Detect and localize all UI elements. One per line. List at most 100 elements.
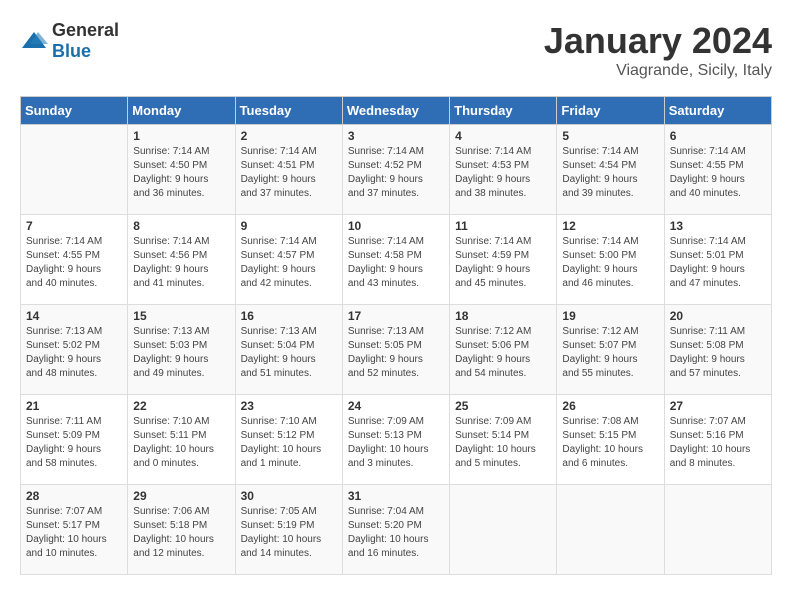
- day-content: Sunrise: 7:14 AM Sunset: 5:01 PM Dayligh…: [670, 235, 766, 291]
- header-thursday: Thursday: [450, 97, 557, 125]
- day-content: Sunrise: 7:14 AM Sunset: 4:50 PM Dayligh…: [133, 145, 229, 201]
- day-content: Sunrise: 7:09 AM Sunset: 5:14 PM Dayligh…: [455, 415, 551, 471]
- calendar-cell: 24 Sunrise: 7:09 AM Sunset: 5:13 PM Dayli…: [342, 395, 449, 485]
- calendar-cell: 5Sunrise: 7:14 AM Sunset: 4:54 PM Daylig…: [557, 125, 664, 215]
- day-number: 3: [348, 129, 444, 143]
- calendar-body: 1 Sunrise: 7:14 AM Sunset: 4:50 PM Daylig…: [21, 125, 772, 575]
- day-number: 12: [562, 219, 658, 233]
- day-content: Sunrise: 7:14 AM Sunset: 4:55 PM Dayligh…: [670, 145, 766, 201]
- calendar-cell: 25 Sunrise: 7:09 AM Sunset: 5:14 PM Dayli…: [450, 395, 557, 485]
- day-content: Sunrise: 7:13 AM Sunset: 5:03 PM Dayligh…: [133, 325, 229, 381]
- day-content: Sunrise: 7:13 AM Sunset: 5:05 PM Dayligh…: [348, 325, 444, 381]
- logo-text: General Blue: [52, 20, 119, 62]
- calendar-cell: 22 Sunrise: 7:10 AM Sunset: 5:11 PM Dayli…: [128, 395, 235, 485]
- week-row-3: 14 Sunrise: 7:13 AM Sunset: 5:02 PM Dayli…: [21, 305, 772, 395]
- day-content: Sunrise: 7:13 AM Sunset: 5:02 PM Dayligh…: [26, 325, 122, 381]
- day-content: Sunrise: 7:14 AM Sunset: 4:52 PM Dayligh…: [348, 145, 444, 201]
- day-content: Sunrise: 7:11 AM Sunset: 5:08 PM Dayligh…: [670, 325, 766, 381]
- day-number: 22: [133, 399, 229, 413]
- calendar-cell: 18Sunrise: 7:12 AM Sunset: 5:06 PM Dayli…: [450, 305, 557, 395]
- title-block: January 2024 Viagrande, Sicily, Italy: [544, 20, 772, 80]
- day-number: 13: [670, 219, 766, 233]
- calendar-cell: 3 Sunrise: 7:14 AM Sunset: 4:52 PM Daylig…: [342, 125, 449, 215]
- calendar-cell: 7 Sunrise: 7:14 AM Sunset: 4:55 PM Daylig…: [21, 215, 128, 305]
- logo-general: General: [52, 20, 119, 40]
- day-content: Sunrise: 7:14 AM Sunset: 4:51 PM Dayligh…: [241, 145, 337, 201]
- header-friday: Friday: [557, 97, 664, 125]
- week-row-1: 1 Sunrise: 7:14 AM Sunset: 4:50 PM Daylig…: [21, 125, 772, 215]
- calendar-cell: 4Sunrise: 7:14 AM Sunset: 4:53 PM Daylig…: [450, 125, 557, 215]
- day-content: Sunrise: 7:11 AM Sunset: 5:09 PM Dayligh…: [26, 415, 122, 471]
- day-content: Sunrise: 7:10 AM Sunset: 5:11 PM Dayligh…: [133, 415, 229, 471]
- calendar-cell: 26 Sunrise: 7:08 AM Sunset: 5:15 PM Dayli…: [557, 395, 664, 485]
- calendar-cell: 30 Sunrise: 7:05 AM Sunset: 5:19 PM Dayli…: [235, 485, 342, 575]
- week-row-5: 28 Sunrise: 7:07 AM Sunset: 5:17 PM Dayli…: [21, 485, 772, 575]
- day-number: 28: [26, 489, 122, 503]
- calendar-cell: 9Sunrise: 7:14 AM Sunset: 4:57 PM Daylig…: [235, 215, 342, 305]
- week-row-2: 7 Sunrise: 7:14 AM Sunset: 4:55 PM Daylig…: [21, 215, 772, 305]
- day-number: 25: [455, 399, 551, 413]
- calendar-cell: [664, 485, 771, 575]
- calendar-cell: 16 Sunrise: 7:13 AM Sunset: 5:04 PM Dayli…: [235, 305, 342, 395]
- day-content: Sunrise: 7:14 AM Sunset: 4:58 PM Dayligh…: [348, 235, 444, 291]
- calendar-cell: 12 Sunrise: 7:14 AM Sunset: 5:00 PM Dayli…: [557, 215, 664, 305]
- day-content: Sunrise: 7:12 AM Sunset: 5:07 PM Dayligh…: [562, 325, 658, 381]
- day-number: 10: [348, 219, 444, 233]
- day-number: 24: [348, 399, 444, 413]
- calendar-cell: 31Sunrise: 7:04 AM Sunset: 5:20 PM Dayli…: [342, 485, 449, 575]
- day-number: 7: [26, 219, 122, 233]
- day-number: 19: [562, 309, 658, 323]
- day-number: 2: [241, 129, 337, 143]
- day-content: Sunrise: 7:10 AM Sunset: 5:12 PM Dayligh…: [241, 415, 337, 471]
- week-row-4: 21 Sunrise: 7:11 AM Sunset: 5:09 PM Dayli…: [21, 395, 772, 485]
- day-number: 20: [670, 309, 766, 323]
- calendar-cell: 1 Sunrise: 7:14 AM Sunset: 4:50 PM Daylig…: [128, 125, 235, 215]
- calendar-cell: [557, 485, 664, 575]
- day-number: 8: [133, 219, 229, 233]
- calendar-cell: 28 Sunrise: 7:07 AM Sunset: 5:17 PM Dayli…: [21, 485, 128, 575]
- page-header: General Blue January 2024 Viagrande, Sic…: [20, 20, 772, 80]
- day-content: Sunrise: 7:08 AM Sunset: 5:15 PM Dayligh…: [562, 415, 658, 471]
- calendar-cell: 6 Sunrise: 7:14 AM Sunset: 4:55 PM Daylig…: [664, 125, 771, 215]
- calendar-cell: 23 Sunrise: 7:10 AM Sunset: 5:12 PM Dayli…: [235, 395, 342, 485]
- header-wednesday: Wednesday: [342, 97, 449, 125]
- day-content: Sunrise: 7:14 AM Sunset: 4:57 PM Dayligh…: [241, 235, 337, 291]
- day-number: 11: [455, 219, 551, 233]
- calendar-cell: 19 Sunrise: 7:12 AM Sunset: 5:07 PM Dayli…: [557, 305, 664, 395]
- day-number: 23: [241, 399, 337, 413]
- day-number: 30: [241, 489, 337, 503]
- day-number: 1: [133, 129, 229, 143]
- day-content: Sunrise: 7:06 AM Sunset: 5:18 PM Dayligh…: [133, 505, 229, 561]
- calendar-cell: 8Sunrise: 7:14 AM Sunset: 4:56 PM Daylig…: [128, 215, 235, 305]
- day-content: Sunrise: 7:09 AM Sunset: 5:13 PM Dayligh…: [348, 415, 444, 471]
- month-title: January 2024: [544, 20, 772, 62]
- day-content: Sunrise: 7:04 AM Sunset: 5:20 PM Dayligh…: [348, 505, 444, 561]
- day-content: Sunrise: 7:14 AM Sunset: 4:55 PM Dayligh…: [26, 235, 122, 291]
- day-content: Sunrise: 7:14 AM Sunset: 4:59 PM Dayligh…: [455, 235, 551, 291]
- day-number: 17: [348, 309, 444, 323]
- calendar-cell: 20 Sunrise: 7:11 AM Sunset: 5:08 PM Dayli…: [664, 305, 771, 395]
- day-number: 15: [133, 309, 229, 323]
- day-number: 16: [241, 309, 337, 323]
- day-number: 21: [26, 399, 122, 413]
- header-monday: Monday: [128, 97, 235, 125]
- header-tuesday: Tuesday: [235, 97, 342, 125]
- calendar-cell: 15 Sunrise: 7:13 AM Sunset: 5:03 PM Dayli…: [128, 305, 235, 395]
- calendar-cell: 13 Sunrise: 7:14 AM Sunset: 5:01 PM Dayli…: [664, 215, 771, 305]
- day-number: 18: [455, 309, 551, 323]
- day-content: Sunrise: 7:07 AM Sunset: 5:17 PM Dayligh…: [26, 505, 122, 561]
- location-title: Viagrande, Sicily, Italy: [544, 62, 772, 80]
- day-number: 27: [670, 399, 766, 413]
- day-number: 14: [26, 309, 122, 323]
- day-content: Sunrise: 7:05 AM Sunset: 5:19 PM Dayligh…: [241, 505, 337, 561]
- day-content: Sunrise: 7:14 AM Sunset: 5:00 PM Dayligh…: [562, 235, 658, 291]
- day-number: 6: [670, 129, 766, 143]
- header-sunday: Sunday: [21, 97, 128, 125]
- logo-icon: [20, 30, 48, 52]
- header-row: SundayMondayTuesdayWednesdayThursdayFrid…: [21, 97, 772, 125]
- calendar-cell: 11 Sunrise: 7:14 AM Sunset: 4:59 PM Dayli…: [450, 215, 557, 305]
- day-content: Sunrise: 7:13 AM Sunset: 5:04 PM Dayligh…: [241, 325, 337, 381]
- calendar-cell: 29Sunrise: 7:06 AM Sunset: 5:18 PM Dayli…: [128, 485, 235, 575]
- calendar-cell: 27Sunrise: 7:07 AM Sunset: 5:16 PM Dayli…: [664, 395, 771, 485]
- day-number: 26: [562, 399, 658, 413]
